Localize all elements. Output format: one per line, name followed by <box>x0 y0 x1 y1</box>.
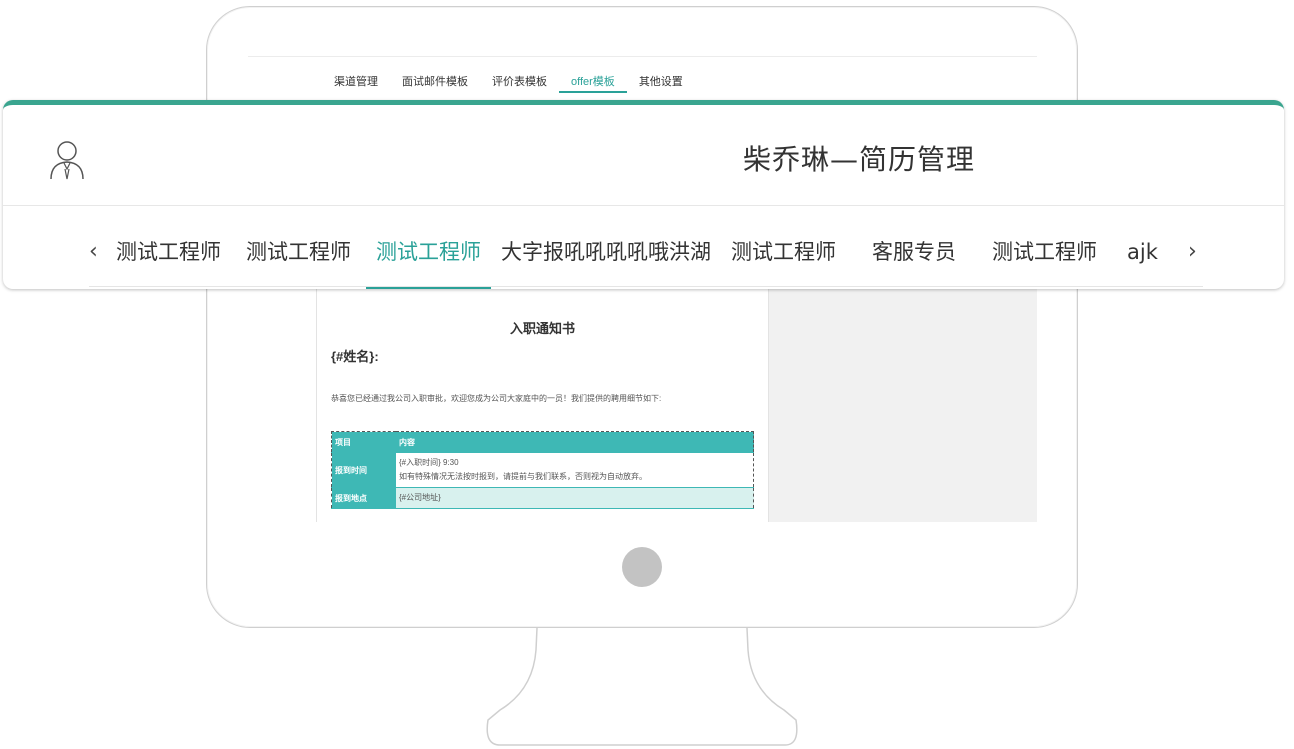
table-cell-key: 报到时间 <box>331 452 396 488</box>
table-header-row: 项目 内容 <box>331 431 754 453</box>
divider <box>89 286 1203 287</box>
card-header: 柴乔琳—简历管理 <box>3 105 1284 206</box>
table-cell-line: 如有特殊情况无法按时报到，请提前与我们联系，否则视为自动放弃。 <box>399 472 647 481</box>
side-panel <box>767 288 1037 522</box>
document-greeting: {#姓名}: <box>331 349 379 364</box>
tab-offer-template[interactable]: offer模板 <box>559 74 627 96</box>
position-tabs: ‹ 测试工程师 测试工程师 测试工程师 大字报吼吼吼吼哦洪湖 测试工程师 客服专… <box>3 230 1284 289</box>
document-title: 入职通知书 <box>509 321 575 336</box>
page-title: 柴乔琳—简历管理 <box>743 143 976 176</box>
tab-evaluation-template[interactable]: 评价表模板 <box>480 74 559 96</box>
position-tab[interactable]: 测试工程师 <box>992 238 1097 286</box>
tab-interview-email-template[interactable]: 面试邮件模板 <box>390 74 480 96</box>
settings-tabs: 渠道管理 面试邮件模板 评价表模板 offer模板 其他设置 <box>322 74 695 98</box>
table-cell-value: {#公司地址} <box>396 487 754 509</box>
table-header-content: 内容 <box>396 431 754 453</box>
table-header-item: 项目 <box>331 431 396 453</box>
resume-management-card: 柴乔琳—简历管理 ‹ 测试工程师 测试工程师 测试工程师 大字报吼吼吼吼哦洪湖 … <box>3 100 1284 289</box>
position-tab[interactable]: ajk <box>1127 238 1158 286</box>
position-tab[interactable]: 测试工程师 <box>246 238 351 286</box>
position-tab[interactable]: 测试工程师 <box>116 238 221 286</box>
position-tabs-track: 测试工程师 测试工程师 测试工程师 大字报吼吼吼吼哦洪湖 测试工程师 客服专员 … <box>116 230 1201 289</box>
user-icon[interactable] <box>49 139 85 181</box>
position-tab[interactable]: 测试工程师 <box>731 238 836 286</box>
table-cell-key: 报到地点 <box>331 487 396 509</box>
table-cell-value: {#入职时间} 9:30 如有特殊情况无法按时报到，请提前与我们联系，否则视为自… <box>396 452 754 488</box>
table-row: 报到时间 {#入职时间} 9:30 如有特殊情况无法按时报到，请提前与我们联系，… <box>331 452 754 488</box>
table-row: 报到地点 {#公司地址} <box>331 487 754 509</box>
chevron-right-icon[interactable]: › <box>1188 239 1197 264</box>
offer-details-table[interactable]: 项目 内容 报到时间 {#入职时间} 9:30 如有特殊情况无法按时报到，请提前… <box>331 431 754 509</box>
table-cell-line: {#入职时间} 9:30 <box>399 458 459 467</box>
divider <box>248 56 1037 57</box>
offer-document: 入职通知书 {#姓名}: 恭喜您已经通过我公司入职审批，欢迎您成为公司大家庭中的… <box>316 288 769 522</box>
position-tab-active[interactable]: 测试工程师 <box>366 238 491 289</box>
position-tabs-row: 测试工程师 测试工程师 测试工程师 大字报吼吼吼吼哦洪湖 测试工程师 客服专员 … <box>116 238 1158 289</box>
position-tab[interactable]: 客服专员 <box>872 238 956 286</box>
table-cell-line: {#公司地址} <box>399 493 441 502</box>
tab-channel-management[interactable]: 渠道管理 <box>322 74 390 96</box>
tab-other-settings[interactable]: 其他设置 <box>627 74 695 96</box>
power-button <box>622 547 662 587</box>
document-intro: 恭喜您已经通过我公司入职审批，欢迎您成为公司大家庭中的一员！我们提供的聘用细节如… <box>331 394 662 403</box>
chevron-left-icon[interactable]: ‹ <box>89 239 98 264</box>
position-tab[interactable]: 大字报吼吼吼吼哦洪湖 <box>501 238 711 286</box>
